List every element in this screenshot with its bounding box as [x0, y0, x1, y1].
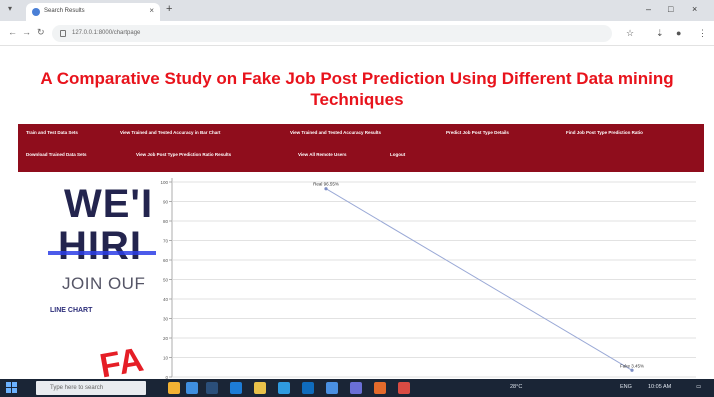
promo-hiring-text: HIRI	[58, 224, 142, 268]
star-icon[interactable]: ☆	[626, 28, 634, 39]
forward-icon[interactable]: →	[22, 27, 31, 37]
clock[interactable]: 10:05 AM	[648, 384, 671, 390]
new-tab-button[interactable]: +	[166, 3, 172, 15]
nav-train-test-datasets[interactable]: Train and Test Data Sets	[26, 130, 78, 135]
y-tick-label: 80	[163, 219, 169, 224]
browser-tab-bar: ▾ Search Results × + – □ ×	[0, 0, 714, 21]
nav-row-1: Train and Test Data Sets View Trained an…	[18, 130, 704, 146]
y-tick-label: 30	[163, 317, 169, 322]
page-title: A Comparative Study on Fake Job Post Pre…	[40, 69, 674, 109]
data-point	[324, 187, 328, 191]
minimize-button[interactable]: –	[646, 4, 651, 14]
chrome-browser-icon[interactable]	[326, 382, 338, 394]
y-tick-label: 60	[163, 258, 169, 263]
language-indicator[interactable]: ENG	[620, 384, 632, 390]
app-icon[interactable]	[350, 382, 362, 394]
url-text: 127.0.0.1:8000/chartpage	[72, 30, 141, 36]
nav-predict-job-post-type[interactable]: Predict Job Post Type Details	[446, 130, 509, 135]
profile-icon[interactable]: ●	[676, 28, 681, 38]
promo-join-text: JOIN OUF	[62, 274, 146, 293]
info-icon[interactable]	[60, 30, 66, 37]
y-tick-label: 90	[163, 200, 169, 205]
nav-row-2: Download Trained Data Sets View Job Post…	[18, 152, 704, 168]
app-icon-2[interactable]	[398, 382, 410, 394]
reload-icon[interactable]: ↻	[37, 27, 45, 38]
nav-logout[interactable]: Logout	[390, 152, 405, 157]
y-tick-label: 20	[163, 336, 169, 341]
data-label: Fake 3.45%	[620, 363, 644, 368]
y-tick-label: 40	[163, 297, 169, 302]
nav-remote-users[interactable]: View All Remote Users	[298, 152, 347, 157]
tab-search-icon[interactable]: ▾	[8, 4, 12, 13]
taskbar: Type here to search 28°C ENG 10:05 AM ▭	[0, 379, 714, 397]
mail-app-icon[interactable]	[302, 382, 314, 394]
edge-browser-icon[interactable]	[230, 382, 242, 394]
weather-text[interactable]: 28°C	[510, 384, 522, 390]
back-icon[interactable]: ←	[8, 27, 17, 37]
taskbar-search-input[interactable]: Type here to search	[36, 381, 146, 395]
notification-icon[interactable]: ▭	[696, 384, 701, 390]
y-tick-label: 10	[163, 356, 169, 361]
photos-app-icon[interactable]	[186, 382, 198, 394]
favicon-icon	[32, 8, 40, 16]
maximize-button[interactable]: □	[668, 4, 673, 14]
line-chart-svg: 0102030405060708090100 Real 96.55%Fake 3.…	[160, 178, 696, 379]
tab-title: Search Results	[44, 8, 85, 14]
nav-download-trained-datasets[interactable]: Download Trained Data Sets	[26, 152, 87, 157]
y-tick-label: 100	[160, 180, 168, 185]
nav-accuracy-bar-chart[interactable]: View Trained and Tested Accuracy in Bar …	[120, 130, 220, 135]
nav-find-prediction-ratio[interactable]: Find Job Post Type Prediction Ratio	[566, 130, 643, 135]
nav-prediction-ratio-results[interactable]: View Job Post Type Prediction Ratio Resu…	[136, 152, 231, 157]
weather-widget-icon[interactable]	[168, 382, 180, 394]
data-label: Real 96.55%	[313, 182, 339, 187]
browser-tab[interactable]: Search Results ×	[26, 3, 160, 21]
url-input[interactable]: 127.0.0.1:8000/chartpage	[52, 25, 612, 42]
y-tick-label: 50	[163, 278, 169, 283]
line-chart: 0 10 20 30 40 50 60 70 80 90 100 Real 96.55% Fake 3.…	[158, 172, 703, 379]
download-icon[interactable]: ⇣	[656, 28, 664, 39]
promo-highlight-bar	[48, 251, 156, 255]
tab-close-icon[interactable]: ×	[149, 6, 154, 15]
address-bar-row: ← → ↻ 127.0.0.1:8000/chartpage ☆ ⇣ ● ⋮	[0, 21, 714, 46]
file-explorer-icon[interactable]	[254, 382, 266, 394]
line-chart-link[interactable]: LINE CHART	[50, 307, 92, 314]
promo-fake-text: FA	[96, 340, 147, 379]
main-navigation: Train and Test Data Sets View Trained an…	[18, 124, 704, 172]
task-view-icon[interactable]	[206, 382, 218, 394]
data-point	[630, 368, 634, 372]
y-tick-label: 70	[163, 239, 169, 244]
taskbar-search-placeholder: Type here to search	[50, 385, 104, 391]
nav-accuracy-results[interactable]: View Trained and Tested Accuracy Results	[290, 130, 381, 135]
promo-we-text: WE'I	[64, 182, 154, 226]
close-window-button[interactable]: ×	[692, 4, 697, 14]
windows-start-icon[interactable]	[6, 382, 18, 394]
store-app-icon[interactable]	[278, 382, 290, 394]
hiring-promo-image: WE'I HIRI JOIN OUF LINE CHART FA	[18, 172, 156, 379]
menu-icon[interactable]: ⋮	[698, 28, 707, 39]
python-app-icon[interactable]	[374, 382, 386, 394]
